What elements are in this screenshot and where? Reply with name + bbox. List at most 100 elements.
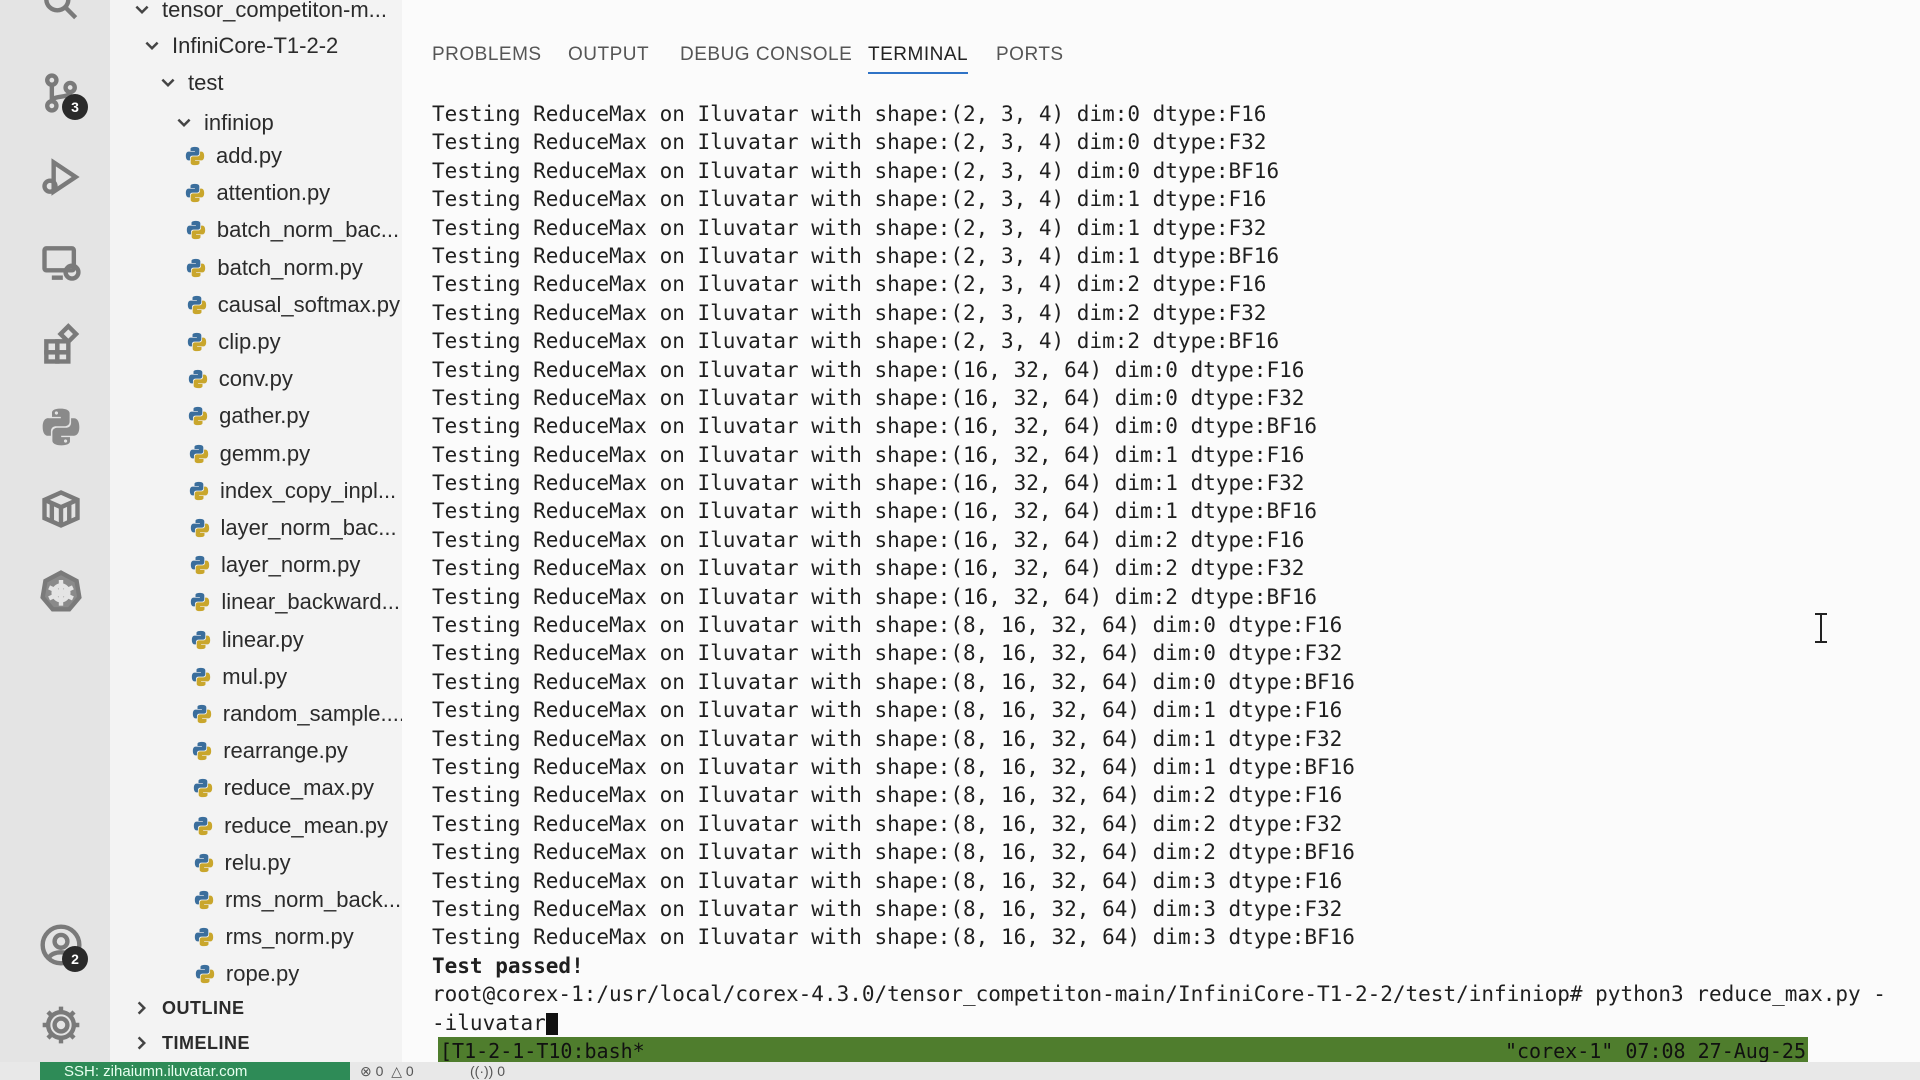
terminal-output[interactable]: Testing ReduceMax on Iluvatar with shape… bbox=[432, 100, 1912, 1037]
tab-terminal[interactable]: TERMINAL bbox=[868, 44, 969, 74]
python-file-icon bbox=[193, 926, 215, 948]
tree-infiniop-folder[interactable]: infiniop bbox=[172, 107, 274, 139]
terminal-line: Testing ReduceMax on Iluvatar with shape… bbox=[432, 840, 1355, 865]
file-item[interactable]: clip.py bbox=[186, 326, 281, 358]
file-item[interactable]: linear.py bbox=[190, 624, 304, 656]
terminal-line: Testing ReduceMax on Iluvatar with shape… bbox=[432, 215, 1267, 240]
chevron-right-icon bbox=[130, 1031, 154, 1055]
file-item[interactable]: rms_norm_back... bbox=[193, 884, 401, 916]
tmux-status-bar: [T1-2-1-T10:bash* "corex-1" 07:08 27-Aug… bbox=[438, 1037, 1808, 1064]
file-item[interactable]: reduce_mean.py bbox=[192, 810, 388, 842]
kubernetes-icon[interactable] bbox=[36, 566, 86, 616]
prompt-line: root@corex-1:/usr/local/corex-4.3.0/tens… bbox=[432, 982, 1886, 1007]
remote-explorer-icon[interactable] bbox=[36, 238, 86, 288]
file-item[interactable]: batch_norm_bac... bbox=[185, 214, 399, 246]
account-badge: 2 bbox=[62, 946, 88, 972]
terminal-line: Testing ReduceMax on Iluvatar with shape… bbox=[432, 187, 1267, 212]
source-control-icon[interactable]: 3 bbox=[36, 68, 88, 120]
file-item[interactable]: mul.py bbox=[190, 661, 287, 693]
python-file-icon bbox=[187, 368, 209, 390]
gear-icon[interactable] bbox=[36, 1000, 86, 1050]
tab-output[interactable]: OUTPUT bbox=[568, 44, 649, 66]
file-label: attention.py bbox=[216, 180, 331, 206]
terminal-line: Testing ReduceMax on Iluvatar with shape… bbox=[432, 414, 1318, 439]
file-item[interactable]: add.py bbox=[184, 140, 282, 172]
file-label: clip.py bbox=[218, 329, 281, 354]
tab-ports[interactable]: PORTS bbox=[996, 44, 1064, 66]
file-label: rms_norm_back... bbox=[225, 887, 402, 912]
ports-indicator[interactable]: ((·)) 0 bbox=[470, 1062, 505, 1080]
file-item[interactable]: rearrange.py bbox=[191, 735, 348, 767]
text-cursor-icon bbox=[1815, 613, 1827, 643]
test-result-line: Test passed! bbox=[432, 953, 584, 978]
file-item[interactable]: attention.py bbox=[184, 177, 330, 209]
python-file-icon bbox=[190, 666, 212, 688]
run-debug-icon[interactable] bbox=[36, 152, 86, 202]
file-item[interactable]: batch_norm.py bbox=[185, 252, 363, 284]
tree-test-label: test bbox=[188, 70, 224, 95]
activity-bar: 3 2 bbox=[0, 0, 110, 1080]
terminal-line: Testing ReduceMax on Iluvatar with shape… bbox=[432, 868, 1343, 893]
python-file-icon bbox=[191, 703, 213, 725]
account-icon[interactable]: 2 bbox=[36, 920, 88, 972]
python-file-icon bbox=[193, 889, 215, 911]
prompt-continuation: -iluvatar bbox=[432, 1010, 546, 1035]
extensions-icon[interactable] bbox=[36, 320, 86, 370]
terminal-line: Testing ReduceMax on Iluvatar with shape… bbox=[432, 584, 1318, 609]
python-file-icon bbox=[191, 740, 213, 762]
tab-debug-console[interactable]: DEBUG CONSOLE bbox=[680, 44, 852, 66]
terminal-line: Testing ReduceMax on Iluvatar with shape… bbox=[432, 613, 1343, 638]
tree-test-folder[interactable]: test bbox=[156, 67, 223, 99]
python-file-icon bbox=[186, 331, 208, 353]
file-item[interactable]: gemm.py bbox=[188, 438, 310, 470]
file-item[interactable]: layer_norm.py bbox=[189, 549, 360, 581]
file-item[interactable]: rope.py bbox=[194, 958, 299, 990]
warning-icon: △ bbox=[391, 1062, 402, 1079]
tree-project-folder[interactable]: InfiniCore-T1-2-2 bbox=[140, 30, 338, 62]
status-bar: SSH: zihaiumn.iluvatar.com ⊗ 0 △ 0 ((·))… bbox=[0, 1062, 1920, 1080]
package-icon[interactable] bbox=[36, 484, 86, 534]
file-label: batch_norm_bac... bbox=[216, 217, 400, 243]
terminal-line: Testing ReduceMax on Iluvatar with shape… bbox=[432, 641, 1343, 666]
chevron-down-icon bbox=[156, 71, 180, 95]
ports-count: 0 bbox=[497, 1063, 505, 1079]
problems-indicator[interactable]: ⊗ 0 △ 0 bbox=[360, 1062, 414, 1080]
terminal-line: Testing ReduceMax on Iluvatar with shape… bbox=[432, 102, 1267, 126]
file-item[interactable]: reduce_max.py bbox=[192, 772, 374, 804]
search-icon[interactable] bbox=[36, 0, 86, 28]
file-item[interactable]: index_copy_inpl... bbox=[188, 475, 396, 507]
file-item[interactable]: linear_backward... bbox=[189, 586, 400, 618]
file-label: linear.py bbox=[221, 626, 304, 652]
file-item[interactable]: gather.py bbox=[187, 400, 310, 432]
file-label: reduce_max.py bbox=[223, 775, 375, 801]
tree-root-folder[interactable]: tensor_competiton-m... bbox=[130, 0, 387, 26]
terminal-cursor bbox=[545, 1012, 558, 1035]
python-file-icon bbox=[185, 257, 207, 279]
timeline-label: TIMELINE bbox=[162, 1032, 250, 1053]
python-file-icon bbox=[184, 145, 206, 167]
file-item[interactable]: layer_norm_bac... bbox=[189, 512, 397, 544]
python-file-icon bbox=[189, 554, 211, 576]
terminal-line: Testing ReduceMax on Iluvatar with shape… bbox=[432, 357, 1305, 382]
remote-indicator[interactable]: SSH: zihaiumn.iluvatar.com bbox=[40, 1062, 350, 1080]
terminal-line: Testing ReduceMax on Iluvatar with shape… bbox=[432, 783, 1343, 808]
error-count: 0 bbox=[375, 1063, 384, 1079]
outline-section[interactable]: OUTLINE bbox=[130, 993, 245, 1023]
python-file-icon bbox=[192, 815, 214, 837]
terminal-line: Testing ReduceMax on Iluvatar with shape… bbox=[432, 130, 1267, 155]
warning-count: 0 bbox=[405, 1063, 414, 1079]
tab-problems[interactable]: PROBLEMS bbox=[432, 44, 542, 66]
file-item[interactable]: relu.py bbox=[193, 847, 291, 879]
file-label: gemm.py bbox=[219, 440, 311, 466]
file-item[interactable]: rms_norm.py bbox=[193, 921, 354, 953]
file-label: index_copy_inpl... bbox=[220, 477, 397, 503]
timeline-section[interactable]: TIMELINE bbox=[130, 1028, 250, 1058]
file-item[interactable]: causal_softmax.py bbox=[186, 289, 400, 321]
file-label: causal_softmax.py bbox=[217, 291, 400, 317]
file-item[interactable]: conv.py bbox=[187, 363, 293, 395]
file-item[interactable]: random_sample.... bbox=[191, 698, 402, 730]
panel-tabs: PROBLEMS OUTPUT DEBUG CONSOLE TERMINAL P… bbox=[402, 34, 1920, 94]
python-icon[interactable] bbox=[36, 402, 86, 452]
explorer-sidebar: tensor_competiton-m... InfiniCore-T1-2-2… bbox=[110, 0, 402, 1062]
python-file-icon bbox=[187, 405, 209, 427]
